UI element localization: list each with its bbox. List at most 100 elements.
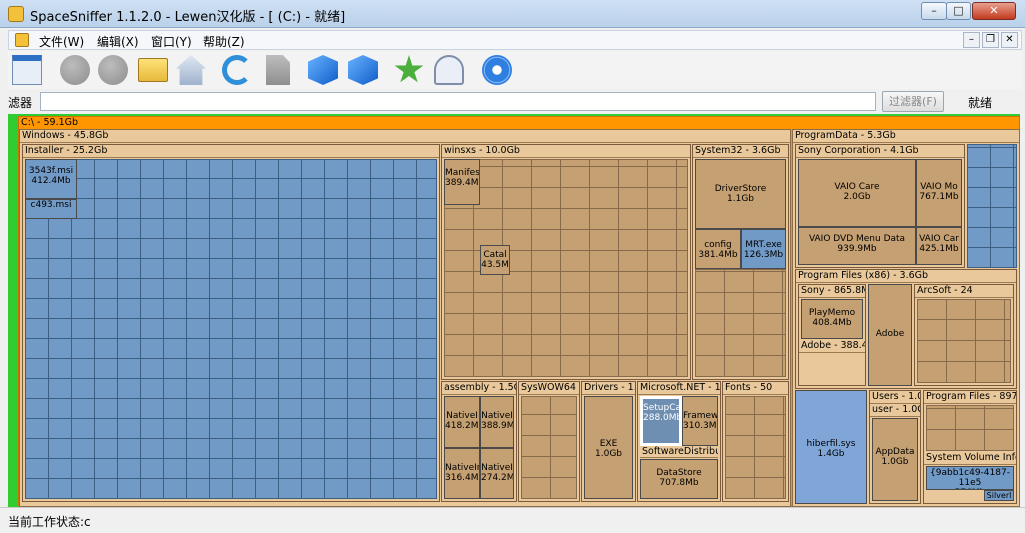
folder-drivers-label: Drivers - 1.0 — [582, 382, 635, 395]
toolbar — [8, 51, 1022, 89]
menu-help[interactable]: 帮助(Z) — [203, 33, 245, 50]
folder-adobe[interactable]: Adobe — [868, 284, 912, 386]
menu-file[interactable]: 文件(W) — [39, 33, 84, 50]
app-icon — [8, 6, 24, 22]
net-setupcache[interactable]: SetupCa 288.0Mb — [640, 396, 682, 446]
installer-msi-3543f[interactable]: 3543f.msi 412.4Mb — [25, 159, 77, 199]
system32-mrt[interactable]: MRT.exe 126.3Mb — [741, 229, 786, 269]
status-bar: 当前工作状态:c — [0, 507, 1025, 533]
folder-adobe-388-label: Adobe - 388.4Mb — [799, 340, 865, 353]
title-bar: SpaceSniffer 1.1.2.0 - Lewen汉化版 - [ (C:)… — [0, 0, 1025, 28]
folder-assembly-label: assembly - 1.5Gb — [442, 382, 516, 395]
mdi-restore-button[interactable]: ❐ — [982, 32, 999, 48]
filter-button[interactable]: 过滤器(F) — [882, 91, 944, 112]
folder-fonts-label: Fonts - 50 — [723, 382, 788, 395]
drivers-exe[interactable]: EXE 1.0Gb — [584, 396, 633, 499]
treemap-view[interactable]: C:\ - 59.1Gb Windows - 45.8Gb Installer … — [8, 114, 1020, 507]
assembly-nativeimages-2[interactable]: NativeI 388.9M — [480, 396, 514, 448]
cube-icon[interactable] — [308, 55, 338, 85]
gear-icon[interactable] — [482, 55, 512, 85]
window-title: SpaceSniffer 1.1.2.0 - Lewen汉化版 - [ (C:)… — [30, 10, 346, 25]
file-hiberfil-sys[interactable]: hiberfil.sys 1.4Gb — [795, 390, 867, 504]
sony-playmemories[interactable]: PlayMemo 408.4Mb — [801, 299, 863, 339]
cube-alt-icon[interactable] — [348, 55, 378, 85]
mdi-minimize-button[interactable]: – — [963, 32, 980, 48]
folder-arcsoft[interactable]: ArcSoft - 24 — [914, 284, 1014, 386]
folder-drivers[interactable]: Drivers - 1.0 EXE 1.0Gb — [581, 381, 636, 502]
fonts-files[interactable] — [725, 396, 786, 499]
stop-icon[interactable] — [60, 55, 90, 85]
folder-sony-label: Sony - 865.8Mb — [799, 285, 865, 298]
filter-bar: 滤器 过滤器(F) 就绪 — [0, 90, 1025, 114]
folder-microsoft-net[interactable]: Microsoft.NET - 101 SetupCa 288.0Mb Fram… — [637, 381, 721, 502]
treemap-root[interactable]: C:\ - 59.1Gb Windows - 45.8Gb Installer … — [18, 116, 1020, 507]
open-folder-icon[interactable] — [138, 58, 168, 82]
folder-microsoft-net-label: Microsoft.NET - 101 — [638, 382, 720, 395]
folder-syswow64-label: SysWOW64 - — [519, 382, 579, 395]
menu-bar: 文件(W) 编辑(X) 窗口(Y) 帮助(Z) – ❐ ✕ — [8, 30, 1022, 50]
system32-files[interactable] — [695, 269, 786, 377]
folder-sony[interactable]: Sony - 865.8Mb PlayMemo 408.4Mb Adobe - … — [798, 284, 866, 386]
folder-program-files[interactable]: Program Files - 897.6 System Volume Info… — [923, 390, 1017, 504]
pause-icon[interactable] — [98, 55, 128, 85]
document-icon[interactable] — [15, 33, 29, 47]
folder-softwaredistribution-label: SoftwareDistributi — [640, 446, 718, 458]
folder-installer-label: Installer - 25.2Gb — [23, 145, 439, 158]
folder-system32-label: System32 - 3.6Gb — [693, 145, 788, 158]
sony-vaio-care[interactable]: VAIO Care 2.0Gb — [798, 159, 916, 227]
folder-users[interactable]: Users - 1.0G user - 1.0Gl AppData 1.0Gb — [869, 390, 921, 504]
ghost-icon[interactable] — [434, 55, 464, 85]
folder-winsxs-label: winsxs - 10.0Gb — [442, 145, 690, 158]
folder-windows-label: Windows - 45.8Gb — [20, 130, 790, 143]
folder-winsxs[interactable]: winsxs - 10.0Gb Manifes 389.4Mb Catal 43… — [441, 144, 691, 380]
folder-fonts[interactable]: Fonts - 50 — [722, 381, 789, 502]
refresh-icon[interactable] — [222, 55, 252, 85]
folder-windows[interactable]: Windows - 45.8Gb Installer - 25.2Gb 3543… — [19, 129, 791, 507]
assembly-nativeimages-3[interactable]: NativeIr 316.4Mb — [444, 448, 480, 499]
silverlight-folder[interactable]: Silverl — [984, 490, 1014, 501]
folder-program-files-x86-label: Program Files (x86) - 3.6Gb — [796, 270, 1016, 283]
system32-driverstore[interactable]: DriverStore 1.1Gb — [695, 159, 786, 229]
folder-programdata-group[interactable]: ProgramData - 5.3Gb Sony Corporation - 4… — [792, 129, 1020, 507]
arcsoft-files[interactable] — [917, 299, 1011, 383]
status-text: 当前工作状态:c — [8, 515, 91, 529]
softwaredistribution-datastore[interactable]: DataStore 707.8Mb — [640, 459, 718, 499]
folder-sony-corporation-label: Sony Corporation - 4.1Gb — [796, 145, 964, 158]
folder-user-label: user - 1.0Gl — [870, 404, 920, 417]
system-volume-snapshot[interactable]: {9abb1c49-4187-11e5 576Mb — [926, 466, 1014, 490]
assembly-nativeimages-1[interactable]: NativeI 418.2Mb — [444, 396, 480, 448]
user-appdata[interactable]: AppData 1.0Gb — [872, 418, 918, 501]
installer-msi-c493[interactable]: c493.msi — [25, 199, 77, 219]
minimize-button[interactable]: – — [921, 2, 947, 20]
programdata-other-files[interactable] — [967, 144, 1017, 268]
sony-vaio-movie[interactable]: VAIO Mo 767.1Mb — [916, 159, 962, 227]
net-framework[interactable]: Framew 310.3Ml — [682, 396, 718, 446]
close-button[interactable]: ✕ — [972, 2, 1016, 20]
sony-vaio-dvd-menu-data[interactable]: VAIO DVD Menu Data 939.9Mb — [798, 227, 916, 265]
menu-window[interactable]: 窗口(Y) — [151, 33, 192, 50]
folder-system32[interactable]: System32 - 3.6Gb DriverStore 1.1Gb confi… — [692, 144, 789, 380]
folder-syswow64[interactable]: SysWOW64 - — [518, 381, 580, 502]
folder-assembly[interactable]: assembly - 1.5Gb NativeI 418.2Mb NativeI… — [441, 381, 517, 502]
document-icon[interactable] — [266, 55, 290, 85]
folder-users-label: Users - 1.0G — [870, 391, 920, 404]
maximize-button[interactable]: □ — [946, 2, 971, 20]
winsxs-manifests[interactable]: Manifes 389.4Mb — [444, 159, 480, 205]
sony-vaio-care-2[interactable]: VAIO Car 425.1Mb — [916, 227, 962, 265]
filter-input[interactable] — [40, 92, 876, 111]
new-window-icon[interactable] — [12, 55, 42, 85]
assembly-nativeimages-4[interactable]: NativeI 274.2M — [480, 448, 514, 499]
system32-config[interactable]: config 381.4Mb — [695, 229, 741, 269]
folder-system-volume-info-label: System Volume Infor — [924, 452, 1016, 465]
winsxs-catalogs[interactable]: Catal 43.5M — [480, 245, 510, 275]
installer-files[interactable] — [25, 159, 437, 499]
syswow64-files[interactable] — [521, 396, 577, 499]
program-files-items[interactable] — [926, 405, 1014, 451]
folder-program-files-x86[interactable]: Program Files (x86) - 3.6Gb Sony - 865.8… — [795, 269, 1017, 389]
mdi-close-button[interactable]: ✕ — [1001, 32, 1018, 48]
home-icon[interactable] — [176, 55, 206, 85]
star-icon[interactable] — [394, 55, 424, 83]
folder-sony-corporation[interactable]: Sony Corporation - 4.1Gb VAIO Care 2.0Gb… — [795, 144, 965, 268]
menu-edit[interactable]: 编辑(X) — [97, 33, 139, 50]
folder-installer[interactable]: Installer - 25.2Gb 3543f.msi 412.4Mb c49… — [22, 144, 440, 502]
